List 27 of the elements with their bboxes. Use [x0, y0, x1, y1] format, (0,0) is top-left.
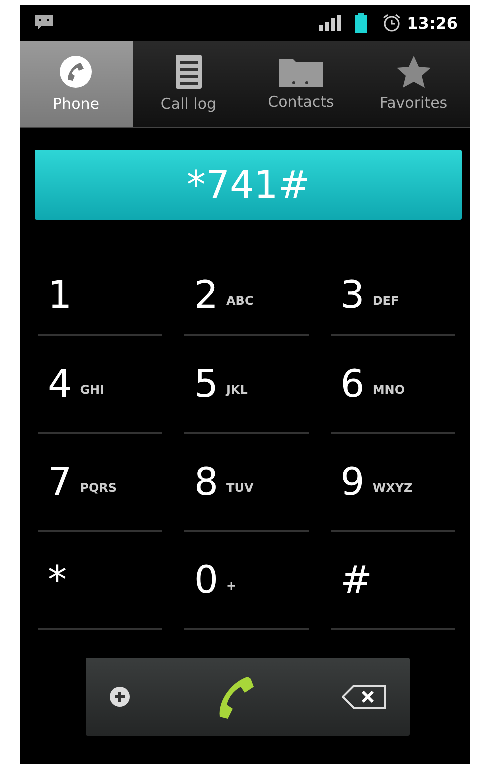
dial-key[interactable]: 5 JKL: [184, 336, 309, 434]
clock-time: 13:26: [407, 14, 458, 32]
dial-key[interactable]: 1: [38, 256, 162, 336]
dial-key[interactable]: 9 WXYZ: [330, 434, 455, 532]
star-icon: [396, 56, 431, 88]
tab[interactable]: Call log: [132, 41, 245, 127]
dial-key[interactable]: 6 MNO: [330, 336, 455, 434]
dial-key[interactable]: 4 GHI: [38, 336, 162, 434]
dial-key[interactable]: #: [330, 532, 455, 630]
alarm-clock-icon: [383, 14, 402, 32]
dial-key[interactable]: 2 ABC: [184, 256, 309, 336]
list-icon: [176, 55, 202, 89]
dial-key[interactable]: 3 DEF: [330, 256, 455, 336]
folder-icon: [279, 57, 324, 87]
backspace-icon: [342, 685, 386, 709]
dial-key[interactable]: 8 TUV: [184, 434, 309, 532]
phone-handset-icon: [59, 55, 94, 89]
tab[interactable]: Phone: [20, 41, 132, 127]
battery-icon: [355, 13, 368, 33]
tab[interactable]: Contacts: [245, 41, 358, 127]
message-icon: [34, 14, 54, 32]
dial-key[interactable]: *: [38, 532, 162, 630]
tab[interactable]: Favorites: [358, 41, 470, 127]
dial-key[interactable]: 7 PQRS: [38, 434, 162, 532]
dial-key[interactable]: 0 +: [184, 532, 309, 630]
signal-icon: [319, 15, 342, 31]
plus-icon: [110, 687, 130, 707]
